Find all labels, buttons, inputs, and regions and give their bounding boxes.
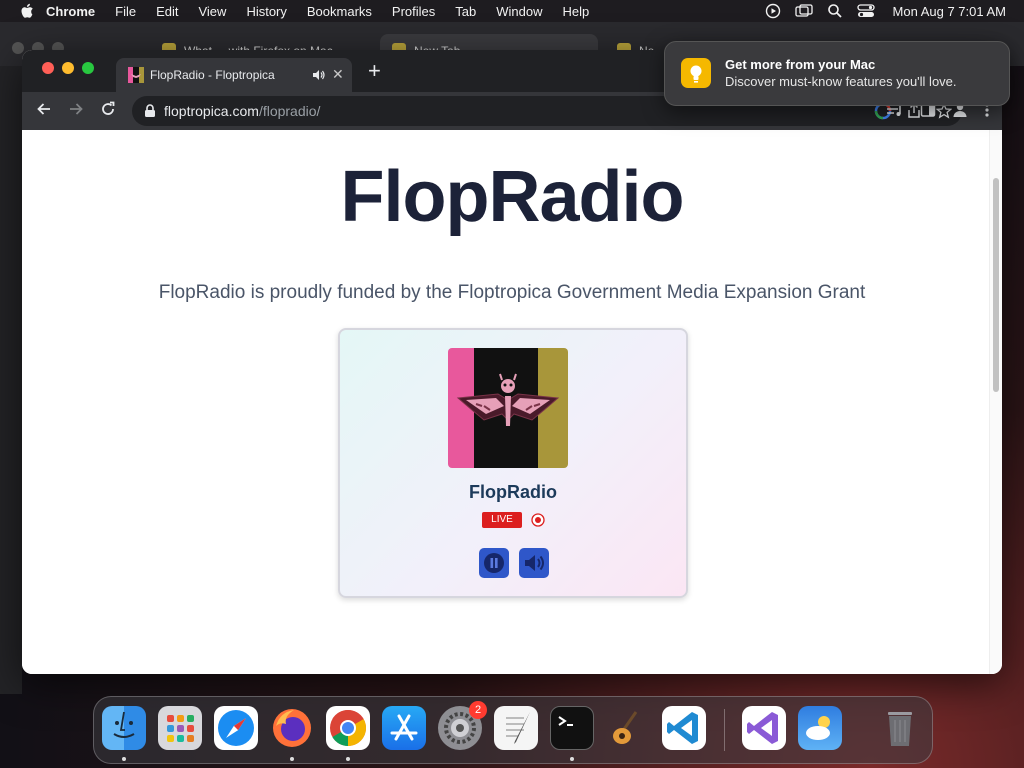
floptropica-favicon-icon <box>128 67 144 83</box>
menu-history[interactable]: History <box>246 4 286 19</box>
volume-button[interactable] <box>519 548 549 578</box>
apple-logo-icon[interactable] <box>20 3 34 19</box>
screen-recording-icon[interactable] <box>765 3 781 19</box>
menu-app-name[interactable]: Chrome <box>46 4 95 19</box>
terminal-icon[interactable] <box>550 706 594 750</box>
back-arrow-icon[interactable] <box>36 101 52 117</box>
notification-badge: 2 <box>469 701 487 719</box>
textedit-icon[interactable] <box>494 706 538 750</box>
pause-icon <box>484 553 504 573</box>
url-host: floptropica.com <box>164 103 259 119</box>
fullscreen-window-button[interactable] <box>82 62 94 74</box>
page-scrollbar[interactable] <box>989 130 1002 674</box>
menu-bookmarks[interactable]: Bookmarks <box>307 4 372 19</box>
trash-icon[interactable] <box>878 706 922 750</box>
chrome-icon[interactable] <box>326 706 370 750</box>
tab-audio-playing-icon[interactable] <box>312 68 326 82</box>
menu-file[interactable]: File <box>115 4 136 19</box>
control-center-icon[interactable] <box>856 3 875 19</box>
url-path: /flopradio/ <box>258 103 321 119</box>
live-badge: LIVE <box>482 512 522 528</box>
radio-player-card: FlopRadio LIVE <box>338 328 688 598</box>
weather-icon[interactable] <box>798 706 842 750</box>
running-indicator <box>290 757 294 761</box>
window-controls <box>42 62 94 74</box>
recording-indicator-icon <box>531 513 545 527</box>
minimize-window-button[interactable] <box>62 62 74 74</box>
running-indicator <box>570 757 574 761</box>
app-store-icon[interactable] <box>382 706 426 750</box>
running-indicator <box>122 757 126 761</box>
notification-body: Discover must-know features you'll love. <box>725 74 957 89</box>
pause-button[interactable] <box>479 548 509 578</box>
chrome-window: FlopRadio - Floptropica ✕ + floptropica.… <box>22 50 1002 674</box>
menu-window[interactable]: Window <box>496 4 542 19</box>
tab-flopradio[interactable]: FlopRadio - Floptropica ✕ <box>116 58 352 92</box>
page-subtitle: FlopRadio is proudly funded by the Flopt… <box>158 282 866 303</box>
garageband-icon[interactable] <box>606 706 650 750</box>
vscode-icon[interactable] <box>662 706 706 750</box>
tab-close-icon[interactable]: ✕ <box>332 66 344 83</box>
tab-title: FlopRadio - Floptropica <box>150 68 275 82</box>
tips-lightbulb-icon <box>681 58 711 88</box>
screen-mirroring-icon[interactable] <box>794 3 813 19</box>
menu-tab[interactable]: Tab <box>455 4 476 19</box>
menu-edit[interactable]: Edit <box>156 4 178 19</box>
menu-view[interactable]: View <box>198 4 226 19</box>
menu-bar-clock[interactable]: Mon Aug 7 7:01 AM <box>893 4 1006 19</box>
dock: 2 <box>93 696 933 764</box>
dock-separator <box>724 709 725 751</box>
running-indicator <box>346 757 350 761</box>
speaker-icon <box>525 555 544 571</box>
menu-profiles[interactable]: Profiles <box>392 4 435 19</box>
url-text: floptropica.com/flopradio/ <box>164 103 320 119</box>
menu-help[interactable]: Help <box>563 4 590 19</box>
reload-icon[interactable] <box>100 101 116 117</box>
firefox-icon[interactable] <box>270 706 314 750</box>
notification-title: Get more from your Mac <box>725 57 876 72</box>
finder-icon[interactable] <box>102 706 146 750</box>
page-content: FlopRadio FlopRadio is proudly funded by… <box>22 130 990 674</box>
station-artwork <box>448 348 568 468</box>
notification-banner[interactable]: Get more from your Mac Discover must-kno… <box>664 41 1010 106</box>
menu-bar: Chrome File Edit View History Bookmarks … <box>0 0 1024 22</box>
spotlight-search-icon[interactable] <box>827 3 843 19</box>
page-title: FlopRadio <box>340 157 685 237</box>
scrollbar-thumb[interactable] <box>993 178 999 392</box>
forward-arrow-icon[interactable] <box>68 101 84 117</box>
visual-studio-icon[interactable] <box>742 706 786 750</box>
background-window-edge <box>0 66 22 694</box>
new-tab-button[interactable]: + <box>368 60 381 82</box>
station-name: FlopRadio <box>469 482 557 502</box>
launchpad-icon[interactable] <box>158 706 202 750</box>
close-window-button[interactable] <box>42 62 54 74</box>
safari-icon[interactable] <box>214 706 258 750</box>
lock-icon[interactable] <box>144 104 156 118</box>
floptropica-emblem-icon <box>448 348 568 468</box>
